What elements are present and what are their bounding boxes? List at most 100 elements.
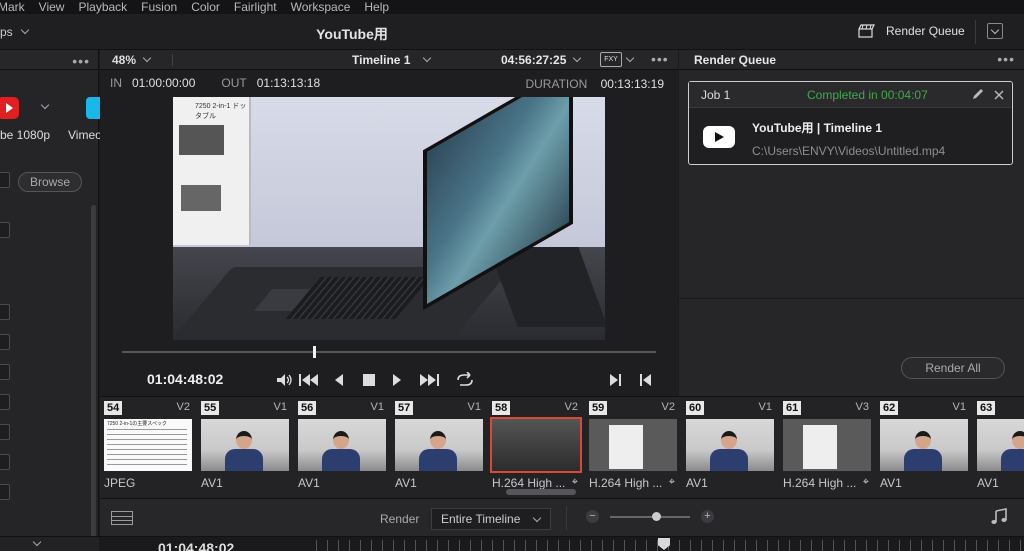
video-frame[interactable]: 7250 2-in-1 ドッタブル (173, 97, 605, 340)
field-box[interactable] (0, 484, 10, 500)
person-body (225, 449, 263, 471)
clip-thumbnail-58[interactable]: 58 V2 H.264 High ... ⌖ (488, 401, 582, 497)
clip-track: V2 (564, 401, 578, 413)
person-head (333, 431, 349, 449)
chevron-down-icon[interactable] (625, 53, 635, 63)
go-to-last-frame-icon[interactable] (419, 374, 439, 386)
go-to-first-frame-icon[interactable] (299, 374, 319, 386)
clip-thumbnail-59[interactable]: 59 V2 H.264 High ... ⌖ (585, 401, 677, 497)
mark-in-icon[interactable] (610, 374, 622, 386)
chevron-down-icon (423, 53, 432, 63)
person-head (721, 431, 737, 449)
vimeo-preset-icon[interactable] (86, 97, 100, 119)
clip-number: 59 (589, 401, 608, 415)
chevron-down-icon[interactable] (32, 537, 42, 547)
clip-codec: AV1 (201, 476, 223, 490)
loop-icon[interactable] (454, 372, 476, 388)
zoom-value: 48% (112, 53, 137, 67)
field-box[interactable] (0, 172, 10, 188)
divider (566, 506, 567, 530)
menu-help[interactable]: Help (364, 0, 389, 14)
viewer-panel: 48% Timeline 1 04:56:27:25 FXY ••• IN 01… (100, 50, 678, 396)
clip-codec: AV1 (686, 476, 708, 490)
clip-thumbnail-55[interactable]: 55 V1 AV1 (197, 401, 289, 497)
fx-bypass-icon[interactable]: FXY (600, 52, 622, 67)
clip-codec: H.264 High ... (492, 476, 566, 490)
field-box[interactable] (0, 424, 10, 440)
clip-codec: JPEG (104, 476, 136, 490)
field-box[interactable] (0, 364, 10, 380)
clip-thumbnail-image (201, 419, 289, 471)
menu-mark[interactable]: Mark (0, 0, 25, 14)
pencil-icon[interactable] (971, 87, 985, 101)
field-box[interactable] (0, 222, 10, 238)
clip-thumbnail-strip: 54 V2 7250 2-in-1の主要スペック JPEG 55 V1 AV1 56 V1 AV1… (100, 396, 1024, 498)
clip-track: V1 (273, 401, 287, 413)
clip-thumbnail-63[interactable]: 63 AV1 (973, 401, 1024, 497)
mark-out-icon[interactable] (640, 374, 652, 386)
menu-view[interactable]: View (39, 0, 65, 14)
sheet-line (107, 454, 187, 455)
clip-thumbnail-61[interactable]: 61 V3 H.264 High ... ⌖ (779, 401, 871, 497)
play-reverse-icon[interactable] (334, 374, 344, 386)
scrub-bar[interactable] (122, 351, 656, 353)
clip-thumbnail-57[interactable]: 57 V1 AV1 (391, 401, 483, 497)
more-options-icon[interactable]: ••• (997, 51, 1015, 67)
clip-thumbnail-image (589, 419, 677, 471)
field-box[interactable] (0, 304, 10, 320)
field-box[interactable] (0, 454, 10, 470)
scrollbar[interactable] (91, 205, 96, 550)
browse-button[interactable]: Browse (18, 172, 82, 192)
menu-fusion[interactable]: Fusion (141, 0, 177, 14)
ruler-ticks (316, 540, 1024, 551)
timeline-dropdown[interactable]: Timeline 1 (352, 53, 432, 67)
field-box[interactable] (0, 394, 10, 410)
zoom-in-button[interactable]: + (701, 510, 714, 523)
zoom-slider-track[interactable] (610, 516, 690, 518)
job-name: Job 1 (701, 88, 731, 102)
zoom-slider-handle[interactable] (652, 512, 661, 521)
crosshair-icon[interactable]: ⌖ (863, 476, 869, 489)
clip-thumbnail-54[interactable]: 54 V2 7250 2-in-1の主要スペック JPEG (100, 401, 192, 497)
zoom-out-button[interactable]: − (586, 510, 599, 523)
stop-icon[interactable] (363, 374, 375, 386)
sheet-title: 7250 2-in-1の主要スペック (107, 421, 167, 427)
clip-thumbnail-56[interactable]: 56 V1 AV1 (294, 401, 386, 497)
zoom-dropdown[interactable]: 48% (112, 53, 152, 67)
clip-view-icon[interactable] (111, 511, 133, 525)
render-all-button[interactable]: Render All (901, 357, 1005, 379)
close-icon[interactable] (993, 89, 1005, 101)
music-note-icon[interactable] (990, 508, 1008, 526)
render-range-dropdown[interactable]: Entire Timeline (431, 508, 551, 530)
strip-scrollbar[interactable] (506, 489, 576, 495)
timecode-display[interactable]: 04:56:27:25 (501, 53, 582, 67)
clip-thumbnail-image (395, 419, 483, 471)
panel-collapse-button[interactable] (987, 23, 1003, 39)
scrub-playhead[interactable] (313, 346, 316, 358)
menu-color[interactable]: Color (191, 0, 220, 14)
menu-fairlight[interactable]: Fairlight (234, 0, 277, 14)
more-options-icon[interactable]: ••• (72, 53, 90, 69)
clip-thumbnail-60[interactable]: 60 V1 AV1 (682, 401, 774, 497)
menu-playback[interactable]: Playback (78, 0, 127, 14)
field-box[interactable] (0, 334, 10, 350)
clip-thumbnail-image (977, 419, 1024, 471)
crosshair-icon[interactable]: ⌖ (572, 476, 578, 489)
more-options-icon[interactable]: ••• (651, 51, 669, 67)
chevron-down-icon[interactable] (40, 100, 50, 110)
render-job-card[interactable]: Job 1 Completed in 00:04:07 YouTube用 | T… (688, 81, 1013, 165)
person-body (904, 449, 942, 471)
speaker-icon[interactable] (276, 373, 294, 387)
preset-youtube-label: be 1080p (0, 128, 51, 142)
clip-thumbnail-62[interactable]: 62 V1 AV1 (876, 401, 968, 497)
clip-track: V1 (758, 401, 772, 413)
timeline-ruler[interactable]: 01:04:48:02 (0, 536, 1024, 551)
menu-workspace[interactable]: Workspace (291, 0, 351, 14)
crosshair-icon[interactable]: ⌖ (669, 476, 675, 489)
clip-number: 61 (783, 401, 802, 415)
clip-thumbnail-image: 7250 2-in-1の主要スペック (104, 419, 192, 471)
youtube-preset-icon[interactable] (0, 97, 19, 119)
render-queue-toggle-button[interactable]: Render Queue (858, 24, 965, 38)
clip-number: 60 (686, 401, 705, 415)
play-icon[interactable] (392, 374, 402, 386)
